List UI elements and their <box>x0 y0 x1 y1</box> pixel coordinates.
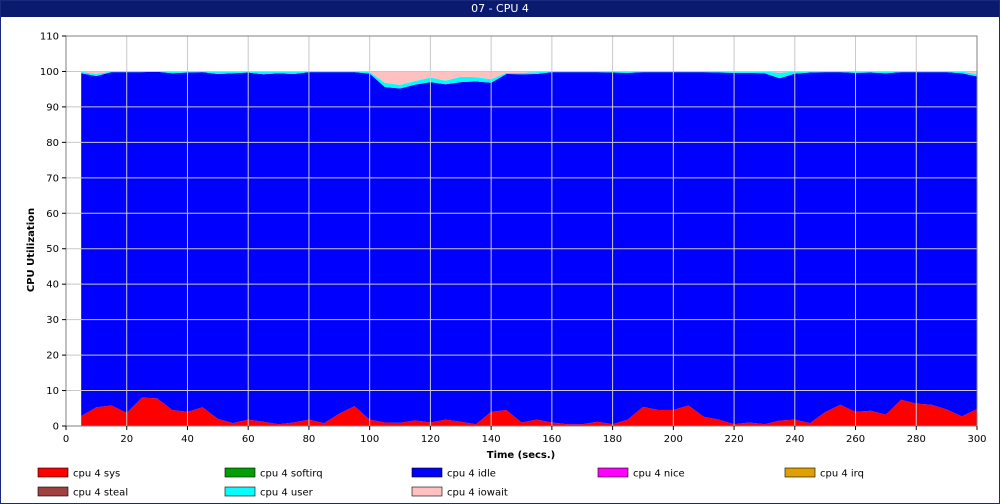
legend-label: cpu 4 softirq <box>260 469 323 480</box>
y-tick-label: 90 <box>46 102 59 113</box>
x-tick-label: 120 <box>421 434 440 445</box>
x-tick-label: 160 <box>542 434 561 445</box>
chart-window: 07 - CPU 4 0 10 20 30 40 50 60 70 80 90 100 110 0 20 4… <box>0 0 1000 504</box>
y-tick-label: 60 <box>46 209 59 220</box>
y-tick-label: 50 <box>46 244 59 255</box>
legend: cpu 4 sys cpu 4 softirq cpu 4 idle cpu 4 ni… <box>37 467 864 499</box>
legend-label: cpu 4 user <box>260 488 314 499</box>
legend-label: cpu 4 sys <box>73 469 120 480</box>
x-tick-label: 40 <box>181 434 194 445</box>
cpu-utilization-chart: 0 10 20 30 40 50 60 70 80 90 100 110 0 20 40 60 80 100 120… <box>26 32 987 499</box>
x-tick-label: 140 <box>482 434 501 445</box>
x-tick-label: 0 <box>63 434 69 445</box>
legend-label: cpu 4 iowait <box>447 488 508 499</box>
y-tick-label: 100 <box>40 67 59 78</box>
x-axis-title: Time (secs.) <box>487 450 556 461</box>
legend-label: cpu 4 irq <box>820 469 864 480</box>
x-tick-label: 220 <box>725 434 744 445</box>
legend-label: cpu 4 nice <box>633 469 685 480</box>
x-tick-label: 300 <box>967 434 986 445</box>
y-tick-label: 0 <box>53 422 59 433</box>
y-axis-title: CPU Utilization <box>26 208 37 292</box>
y-tick-label: 70 <box>46 173 59 184</box>
x-tick-label: 260 <box>846 434 865 445</box>
window-title: 07 - CPU 4 <box>1 1 999 17</box>
legend-swatch <box>411 467 443 478</box>
legend-label: cpu 4 idle <box>447 469 496 480</box>
x-tick-label: 240 <box>785 434 804 445</box>
legend-swatch <box>224 486 256 497</box>
legend-swatch <box>784 467 816 478</box>
x-tick-label: 280 <box>907 434 926 445</box>
x-tick-label: 20 <box>120 434 133 445</box>
legend-swatch <box>411 486 443 497</box>
legend-swatch <box>37 486 69 497</box>
y-tick-label: 10 <box>46 386 59 397</box>
y-tick-label: 20 <box>46 351 59 362</box>
y-tick-label: 30 <box>46 315 59 326</box>
y-tick-label: 110 <box>40 32 59 43</box>
x-tick-label: 180 <box>603 434 622 445</box>
y-tick-label: 80 <box>46 138 59 149</box>
legend-swatch <box>597 467 629 478</box>
legend-swatch <box>37 467 69 478</box>
legend-label: cpu 4 steal <box>73 488 128 499</box>
x-tick-label: 60 <box>242 434 255 445</box>
x-tick-label: 100 <box>360 434 379 445</box>
x-tick-label: 80 <box>303 434 316 445</box>
legend-swatch <box>224 467 256 478</box>
x-tick-label: 200 <box>664 434 683 445</box>
y-tick-label: 40 <box>46 280 59 291</box>
area-cpu-4-idle <box>81 71 978 425</box>
